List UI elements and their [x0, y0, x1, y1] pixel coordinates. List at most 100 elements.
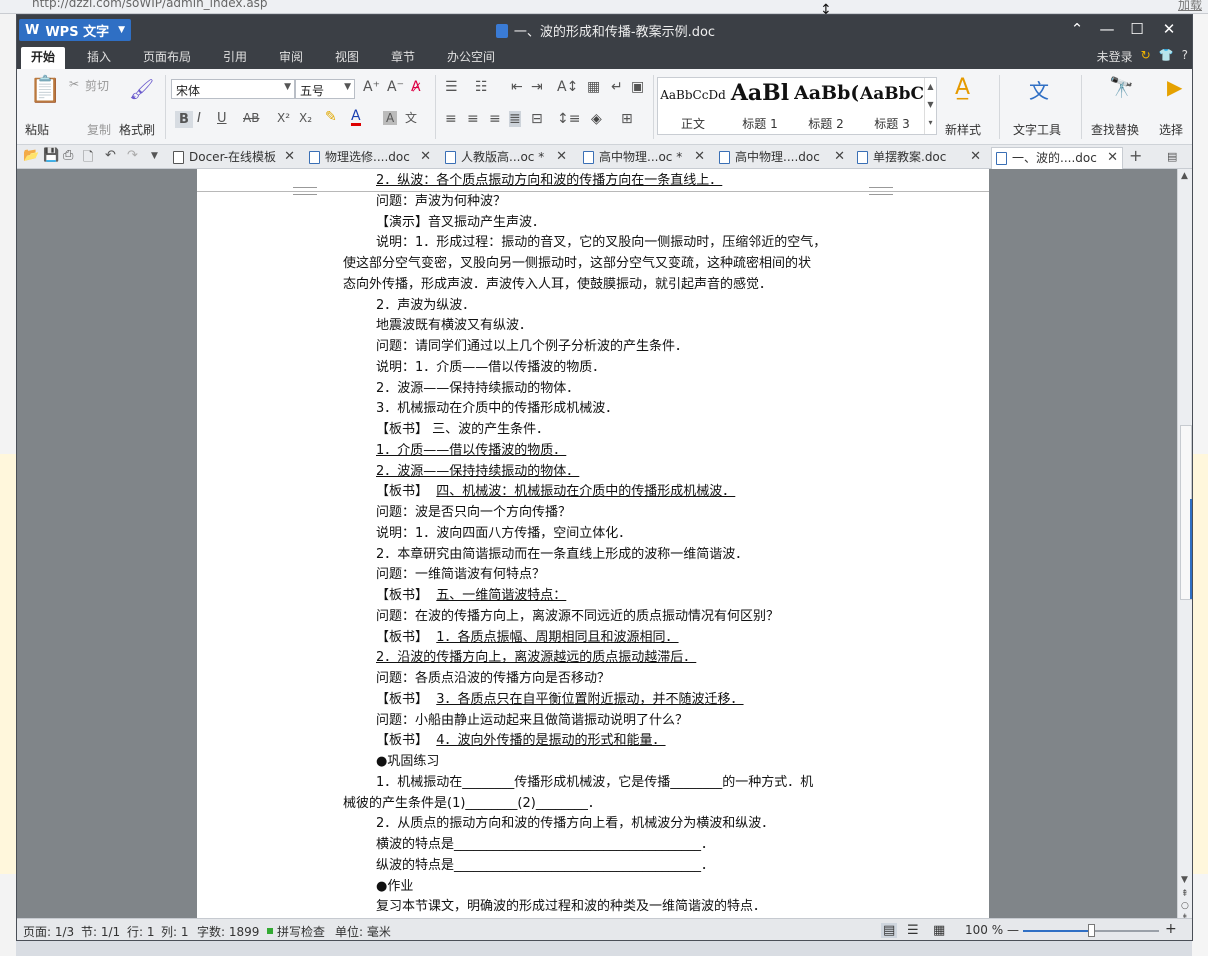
status-page[interactable]: 页面: 1/3: [23, 923, 74, 940]
tab-office-space[interactable]: 办公空间: [439, 47, 503, 69]
find-replace-button[interactable]: 查找替换: [1091, 121, 1139, 138]
select-icon[interactable]: ▶: [1167, 75, 1182, 99]
status-word-count[interactable]: 字数: 1899: [197, 923, 259, 940]
doc-tab-2[interactable]: 物理选修....doc ✕: [305, 147, 435, 169]
close-icon[interactable]: ✕: [556, 147, 567, 167]
bullets-icon[interactable]: ☰: [445, 79, 458, 95]
redo-icon[interactable]: ↷: [127, 148, 138, 163]
font-color-icon[interactable]: A: [351, 109, 361, 126]
cut-button[interactable]: 剪切: [85, 77, 109, 94]
undo-icon[interactable]: ↶: [105, 148, 116, 163]
vertical-scrollbar[interactable]: ▲ ▼ ⇞ ○ ⇟: [1177, 169, 1192, 923]
style-heading-2[interactable]: AaBb( 标题 2: [794, 80, 858, 134]
close-icon[interactable]: ✕: [694, 147, 705, 167]
zoom-slider-thumb[interactable]: [1088, 924, 1095, 937]
style-normal[interactable]: AaBbCcDd 正文: [660, 80, 726, 134]
find-replace-icon[interactable]: 🔭: [1109, 75, 1134, 99]
style-heading-3[interactable]: AaBbC 标题 3: [860, 80, 924, 134]
close-button[interactable]: ✕: [1153, 15, 1185, 43]
copy-button[interactable]: 复制: [87, 121, 111, 138]
line-spacing-icon[interactable]: ↕≡: [557, 111, 580, 127]
spellcheck-button[interactable]: 拼写检查: [277, 923, 325, 940]
scroll-up-icon[interactable]: ▲: [1181, 171, 1188, 181]
char-shading-icon[interactable]: A: [383, 111, 398, 125]
show-marks-icon[interactable]: ▣: [631, 79, 644, 95]
borders-icon[interactable]: ⊞: [621, 111, 633, 127]
line-break-icon[interactable]: ↵: [611, 79, 623, 95]
zoom-in-button[interactable]: +: [1165, 921, 1177, 937]
login-status[interactable]: 未登录: [1097, 48, 1133, 65]
new-style-button[interactable]: 新样式: [945, 121, 981, 138]
print-preview-icon[interactable]: 🗋: [83, 148, 93, 170]
align-left-icon[interactable]: ≡: [445, 111, 457, 127]
close-icon[interactable]: ✕: [1107, 148, 1118, 168]
format-painter-button[interactable]: 格式刷: [119, 121, 155, 138]
close-icon[interactable]: ✕: [420, 147, 431, 167]
tab-review[interactable]: 审阅: [271, 47, 311, 69]
select-browse-icon[interactable]: ○: [1181, 901, 1189, 911]
shrink-font-icon[interactable]: A⁻: [387, 79, 404, 95]
minimize-button[interactable]: —: [1091, 15, 1123, 43]
browser-url[interactable]: http://dzzl.com/soWIP/admin_index.asp: [32, 0, 268, 10]
save-icon[interactable]: 💾: [43, 148, 59, 163]
increase-indent-icon[interactable]: ⇥: [531, 79, 543, 95]
font-size-select[interactable]: 五号 ▼: [295, 79, 355, 99]
page-view-icon[interactable]: ▤: [881, 923, 898, 938]
zoom-out-button[interactable]: —: [1007, 923, 1019, 937]
highlight-icon[interactable]: ✎: [325, 109, 337, 125]
customize-quick-access-icon[interactable]: ▼: [151, 151, 158, 161]
doc-tab-3[interactable]: 人教版高...oc * ✕: [441, 147, 571, 169]
print-icon[interactable]: ⎙: [63, 148, 73, 163]
document-page[interactable]: 2．纵波：各个质点振动方向和波的传播方向在一条直线上． 问题：声波为何种波？ 【演示…: [197, 169, 989, 918]
doc-tab-4[interactable]: 高中物理...oc * ✕: [579, 147, 709, 169]
grow-font-icon[interactable]: A⁺: [363, 79, 380, 95]
paste-icon[interactable]: 📋: [29, 75, 61, 105]
bold-icon[interactable]: B: [175, 111, 193, 128]
tab-view[interactable]: 视图: [327, 47, 367, 69]
tab-references[interactable]: 引用: [215, 47, 255, 69]
strikethrough-icon[interactable]: AB: [243, 111, 259, 125]
distribute-icon[interactable]: ⊟: [531, 111, 543, 127]
doc-tab-5[interactable]: 高中物理....doc ✕: [715, 147, 849, 169]
help-button[interactable]: ?: [1182, 48, 1188, 65]
styles-scroll[interactable]: ▲ ▼ ▾: [924, 78, 936, 134]
close-icon[interactable]: ✕: [970, 147, 981, 167]
close-icon[interactable]: ✕: [834, 147, 845, 167]
status-unit[interactable]: 单位: 毫米: [335, 923, 391, 940]
phonetic-icon[interactable]: 文: [405, 109, 417, 126]
doc-tab-6[interactable]: 单摆教案.doc ✕: [853, 147, 985, 169]
font-name-select[interactable]: 宋体 ▼: [171, 79, 295, 99]
numbering-icon[interactable]: ☷: [475, 79, 488, 95]
outline-view-icon[interactable]: ☰: [907, 923, 919, 938]
prev-page-icon[interactable]: ⇞: [1181, 889, 1189, 899]
browser-right-link[interactable]: 加载: [1178, 0, 1202, 13]
scroll-down-icon[interactable]: ▼: [1181, 875, 1188, 885]
tab-page-layout[interactable]: 页面布局: [135, 47, 199, 69]
web-view-icon[interactable]: ▦: [933, 923, 945, 938]
tab-home[interactable]: 开始: [21, 47, 65, 69]
paste-button[interactable]: 粘贴: [25, 121, 49, 138]
doc-tab-active[interactable]: 一、波的....doc ✕: [991, 147, 1123, 169]
tab-insert[interactable]: 插入: [79, 47, 119, 69]
new-tab-icon[interactable]: +: [1129, 146, 1142, 165]
decrease-indent-icon[interactable]: ⇤: [511, 79, 523, 95]
sync-icon[interactable]: ↻: [1141, 48, 1151, 65]
align-right-icon[interactable]: ≡: [489, 111, 501, 127]
skin-icon[interactable]: 👕: [1159, 48, 1174, 65]
text-direction-icon[interactable]: A↕: [557, 79, 578, 95]
subscript-icon[interactable]: X₂: [299, 111, 312, 125]
select-button[interactable]: 选择: [1159, 121, 1183, 138]
format-painter-icon[interactable]: 🖌: [129, 77, 154, 101]
clear-format-icon[interactable]: A̷: [411, 79, 421, 95]
open-icon[interactable]: 📂: [23, 148, 39, 163]
new-style-icon[interactable]: A̲: [955, 75, 970, 100]
style-heading-1[interactable]: AaBl 标题 1: [728, 80, 792, 134]
zoom-level[interactable]: 100 %: [965, 923, 1003, 937]
collapse-ribbon-button[interactable]: ⌃: [1061, 15, 1093, 43]
table-icon[interactable]: ▦: [587, 79, 600, 95]
superscript-icon[interactable]: X²: [277, 111, 290, 125]
shading-icon[interactable]: ◈: [591, 111, 602, 127]
justify-icon[interactable]: ≣: [509, 111, 521, 127]
tab-chapter[interactable]: 章节: [383, 47, 423, 69]
underline-icon[interactable]: U: [217, 111, 227, 126]
